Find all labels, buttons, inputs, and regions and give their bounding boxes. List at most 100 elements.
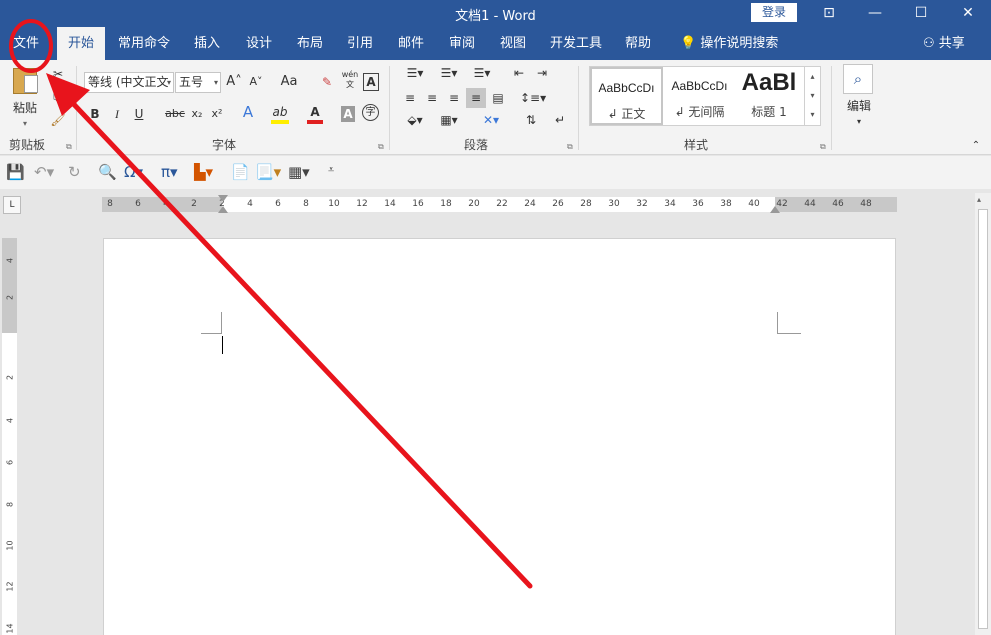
align-left-icon[interactable]: ≡ bbox=[402, 90, 418, 106]
style-heading-1[interactable]: AaBl 标题 1 bbox=[736, 67, 802, 125]
maximize-icon[interactable]: ☐ bbox=[898, 0, 944, 27]
tab-home[interactable]: 开始 bbox=[57, 27, 105, 60]
vertical-scrollbar[interactable]: ▴ bbox=[975, 193, 991, 635]
paragraph-launcher-icon[interactable]: ⧉ bbox=[567, 142, 573, 152]
scroll-thumb[interactable] bbox=[978, 209, 988, 629]
highlight-icon[interactable]: ab bbox=[271, 104, 289, 124]
borders-icon[interactable]: ▦▾ bbox=[436, 112, 462, 128]
copy-icon[interactable]: ⎘ bbox=[50, 88, 66, 104]
style-no-spacing[interactable]: AaBbCcDı ↲ 无间隔 bbox=[663, 67, 736, 125]
tab-review[interactable]: 审阅 bbox=[440, 27, 484, 60]
character-shading-icon[interactable]: A bbox=[341, 106, 355, 122]
editing-dropdown-icon[interactable]: ▾ bbox=[853, 114, 865, 130]
paste-button[interactable]: 粘贴 ▾ bbox=[10, 68, 40, 128]
customize-qat-icon[interactable]: ⩡ bbox=[328, 163, 334, 177]
bullets-icon[interactable]: ☰▾ bbox=[402, 65, 428, 81]
tab-selector[interactable]: L bbox=[3, 196, 21, 214]
ruler-tick: 40 bbox=[748, 199, 760, 209]
first-line-indent-marker[interactable] bbox=[218, 195, 228, 202]
align-right-icon[interactable]: ≡ bbox=[446, 90, 462, 106]
tab-developer[interactable]: 开发工具 bbox=[544, 27, 608, 60]
share-button[interactable]: ⚇ 共享 bbox=[923, 27, 965, 60]
style-normal[interactable]: AaBbCcDı ↲ 正文 bbox=[590, 67, 663, 125]
table-icon[interactable]: ▦▾ bbox=[288, 163, 310, 181]
tab-insert[interactable]: 插入 bbox=[185, 27, 229, 60]
editing-button[interactable]: 编辑 bbox=[839, 98, 879, 114]
tab-help[interactable]: 帮助 bbox=[616, 27, 660, 60]
ruler-tick: 4 bbox=[247, 199, 253, 209]
tab-layout[interactable]: 布局 bbox=[288, 27, 332, 60]
ruler-tick: 2 bbox=[191, 199, 197, 209]
subscript-icon[interactable]: x₂ bbox=[189, 106, 205, 122]
italic-icon[interactable]: I bbox=[110, 106, 124, 122]
symbol-icon[interactable]: Ω▾ bbox=[124, 163, 143, 181]
change-case-icon[interactable]: Aa bbox=[276, 74, 302, 90]
equation-icon[interactable]: π▾ bbox=[161, 163, 178, 181]
font-launcher-icon[interactable]: ⧉ bbox=[378, 142, 384, 152]
justify-icon[interactable]: ≡ bbox=[466, 88, 486, 108]
vertical-ruler[interactable]: 4 2 2 4 6 8 10 12 14 bbox=[2, 238, 17, 635]
numbering-icon[interactable]: ☰▾ bbox=[436, 65, 462, 81]
undo-icon[interactable]: ↶▾ bbox=[34, 163, 54, 181]
minimize-icon[interactable]: — bbox=[852, 0, 898, 27]
multilevel-list-icon[interactable]: ☰▾ bbox=[469, 65, 495, 81]
phonetic-guide-icon[interactable]: wén文 bbox=[340, 70, 360, 90]
shading-icon[interactable]: ⬙▾ bbox=[402, 112, 428, 128]
style-scroll-down-icon[interactable]: ▾ bbox=[804, 86, 820, 106]
ribbon-display-options-icon[interactable]: ⊡ bbox=[806, 0, 852, 27]
decrease-indent-icon[interactable]: ⇤ bbox=[510, 65, 528, 81]
clear-formatting-icon[interactable]: ✎ bbox=[318, 74, 336, 90]
distributed-icon[interactable]: ▤ bbox=[490, 90, 506, 106]
styles-launcher-icon[interactable]: ⧉ bbox=[820, 142, 826, 152]
font-family-select[interactable]: 等线 (中文正文 ▾ bbox=[84, 72, 174, 93]
ruler-tick: 36 bbox=[692, 199, 704, 209]
line-spacing-icon[interactable]: ↕≡▾ bbox=[520, 90, 546, 106]
align-center-icon[interactable]: ≡ bbox=[424, 90, 440, 106]
left-indent-marker[interactable] bbox=[218, 206, 228, 213]
sort-icon[interactable]: ⇅ bbox=[522, 112, 540, 128]
ruler-tick: 18 bbox=[440, 199, 452, 209]
horizontal-ruler[interactable]: 8 6 4 2 2 4 6 8 10 12 14 16 18 20 22 24 26 28 30 32 34 36 38 40… bbox=[102, 195, 897, 213]
underline-icon[interactable]: U bbox=[132, 106, 146, 122]
cut-icon[interactable]: ✂ bbox=[50, 66, 66, 82]
tell-me-search[interactable]: 💡 操作说明搜索 bbox=[680, 27, 778, 60]
scroll-up-icon[interactable]: ▴ bbox=[977, 195, 981, 204]
right-indent-marker[interactable] bbox=[770, 206, 780, 213]
collapse-ribbon-icon[interactable]: ⌃ bbox=[969, 138, 983, 154]
close-icon[interactable]: ✕ bbox=[945, 0, 991, 27]
chinese-layout-icon[interactable]: ✕▾ bbox=[478, 112, 504, 128]
find-icon[interactable]: ⌕ bbox=[843, 64, 873, 94]
shrink-font-icon[interactable]: A˅ bbox=[248, 74, 264, 90]
superscript-icon[interactable]: x² bbox=[209, 106, 225, 122]
style-more-icon[interactable]: ▾ bbox=[804, 105, 820, 125]
format-painter-icon[interactable]: 🖌 bbox=[50, 112, 66, 128]
document-page[interactable] bbox=[103, 238, 896, 635]
open-document-icon[interactable]: 📃▾ bbox=[255, 163, 281, 181]
font-color-icon[interactable]: A bbox=[307, 104, 323, 124]
show-marks-icon[interactable]: ↵ bbox=[552, 112, 568, 128]
tab-mailings[interactable]: 邮件 bbox=[389, 27, 433, 60]
bold-icon[interactable]: B bbox=[88, 106, 102, 122]
grow-font-icon[interactable]: A˄ bbox=[226, 74, 242, 90]
tab-design[interactable]: 设计 bbox=[237, 27, 281, 60]
tab-file[interactable]: 文件 bbox=[4, 27, 48, 60]
style-scroll-up-icon[interactable]: ▴ bbox=[804, 67, 820, 87]
enclose-characters-icon[interactable]: 字 bbox=[362, 104, 379, 121]
tab-references[interactable]: 引用 bbox=[338, 27, 382, 60]
login-button[interactable]: 登录 bbox=[751, 3, 797, 22]
tab-view[interactable]: 视图 bbox=[491, 27, 535, 60]
redo-icon[interactable]: ↻ bbox=[68, 163, 81, 181]
font-size-select[interactable]: 五号 ▾ bbox=[175, 72, 221, 93]
strikethrough-icon[interactable]: abc bbox=[164, 106, 186, 122]
increase-indent-icon[interactable]: ⇥ bbox=[533, 65, 551, 81]
clipboard-launcher-icon[interactable]: ⧉ bbox=[66, 142, 72, 152]
print-preview-icon[interactable]: 🔍 bbox=[98, 163, 117, 181]
ruler-tick: 38 bbox=[720, 199, 732, 209]
save-icon[interactable]: 💾 bbox=[6, 163, 25, 181]
theme-colors-icon[interactable]: ▙▾ bbox=[194, 163, 213, 181]
text-effects-icon[interactable]: A bbox=[240, 104, 256, 120]
character-border-icon[interactable]: A bbox=[363, 73, 379, 91]
tab-common-commands[interactable]: 常用命令 bbox=[112, 27, 176, 60]
ruler-tick: 6 bbox=[135, 199, 141, 209]
new-document-icon[interactable]: 📄 bbox=[231, 163, 250, 181]
